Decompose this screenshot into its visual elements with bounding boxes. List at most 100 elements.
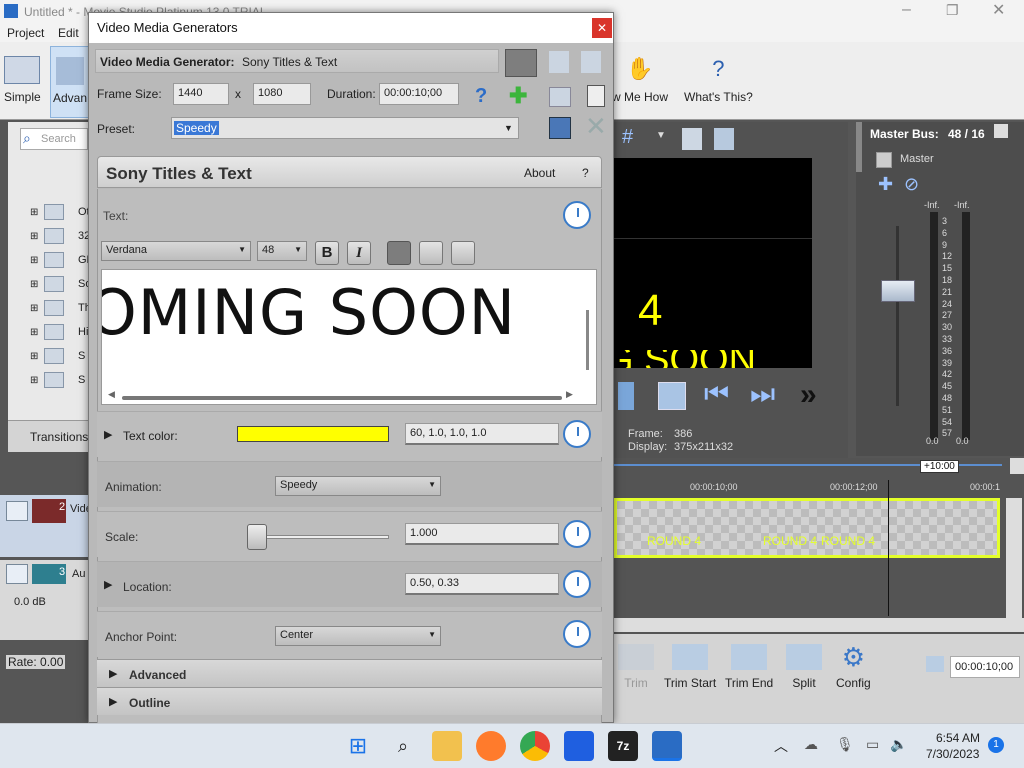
chevron-up-icon[interactable]: ︿ (774, 736, 788, 756)
stop-icon[interactable] (658, 382, 686, 410)
anchor-point-select[interactable]: Center (275, 626, 441, 646)
video-track-header[interactable]: 2 Vide (0, 495, 92, 557)
save-snapshot-icon[interactable] (714, 128, 734, 150)
move-icon[interactable]: ✚ (878, 174, 893, 195)
firefox-icon[interactable] (476, 731, 506, 761)
app-icon[interactable] (564, 731, 594, 761)
master-fader-handle[interactable] (881, 280, 915, 302)
menu-edit[interactable]: Edit (58, 26, 79, 40)
menu-project[interactable]: Project (7, 26, 44, 40)
microphone-icon[interactable]: 🎙 (836, 736, 854, 753)
frame-height-input[interactable]: 1080 (253, 83, 311, 105)
text-vscroll[interactable] (586, 310, 589, 370)
config-button[interactable]: ⚙ Config (836, 642, 871, 690)
trim-start-button[interactable]: Trim Start (664, 644, 716, 690)
plugin-chain-icon[interactable] (505, 49, 537, 77)
volume-icon[interactable]: 🔈 (890, 736, 907, 753)
plugin-icon[interactable] (549, 51, 569, 73)
tree-folder-item[interactable]: ⊞ GF (30, 252, 93, 272)
display-icon[interactable]: ▭ (866, 736, 879, 753)
expand-icon[interactable]: ⊞ (30, 279, 38, 290)
expand-icon[interactable]: ⊞ (30, 303, 38, 314)
text-color-input[interactable]: 60, 1.0, 1.0, 1.0 (405, 423, 559, 445)
keyframe-icon[interactable] (563, 570, 591, 598)
animation-select[interactable]: Speedy (275, 476, 441, 496)
bus-settings-icon[interactable] (994, 124, 1008, 138)
plugin-icon[interactable] (581, 51, 601, 73)
trim-button[interactable]: Trim (618, 644, 654, 690)
title-clip[interactable]: ROUND 4 ROUND 4 ROUND 4 (614, 498, 1000, 558)
prev-frame-icon[interactable]: ⏮ (704, 378, 729, 411)
font-select[interactable]: Verdana (101, 241, 251, 261)
keyframe-icon[interactable] (563, 520, 591, 548)
close-app-icon[interactable]: ✕ (992, 0, 1005, 20)
location-input[interactable]: 0.50, 0.33 (405, 573, 559, 595)
copy-icon[interactable] (682, 128, 702, 150)
help-icon[interactable]: ? (475, 85, 487, 108)
notification-badge[interactable]: 1 (988, 737, 1004, 753)
keyframe-icon[interactable] (563, 620, 591, 648)
expand-icon[interactable]: ⊞ (30, 231, 38, 242)
fast-forward-icon[interactable]: » (800, 378, 817, 412)
expand-icon[interactable]: ▶ (104, 578, 112, 591)
align-left-button[interactable] (387, 241, 411, 265)
timeline-hscroll[interactable] (614, 618, 1024, 632)
insert-icon[interactable] (549, 87, 571, 107)
tree-folder-item[interactable]: ⊞ 32 (30, 228, 90, 248)
search-box[interactable]: ⌕ Search (20, 128, 88, 150)
expand-icon[interactable]: ⊞ (30, 375, 38, 386)
file-explorer-icon[interactable] (432, 731, 462, 761)
expand-icon[interactable]: ⊞ (30, 207, 38, 218)
advanced-section[interactable]: ▶ Advanced (97, 659, 602, 687)
text-color-swatch[interactable] (237, 426, 389, 442)
expand-icon[interactable]: ⊞ (30, 255, 38, 266)
tree-folder-item[interactable]: ⊞ Th (30, 300, 91, 320)
maximize-icon[interactable]: ❐ (946, 2, 959, 19)
7zip-icon[interactable]: 7z (608, 731, 638, 761)
pause-icon[interactable] (618, 382, 634, 410)
align-right-button[interactable] (451, 241, 475, 265)
tree-folder-item[interactable]: ⊞ S (30, 372, 88, 392)
scroll-left-icon[interactable]: ◀ (108, 389, 115, 400)
audio-track-header[interactable]: 3 Au 0.0 dB (0, 560, 88, 640)
scroll-right-icon[interactable]: ▶ (566, 389, 573, 400)
minimize-icon[interactable]: – (902, 1, 911, 19)
timeline-vscroll[interactable] (1006, 498, 1022, 618)
timeline-options-icon[interactable] (1010, 458, 1024, 474)
tree-folder-item[interactable]: ⊞ Ot (30, 204, 90, 224)
tree-folder-item[interactable]: ⊞ So (30, 276, 91, 296)
movie-studio-icon[interactable] (652, 731, 682, 761)
keyframe-icon[interactable] (563, 420, 591, 448)
document-icon[interactable] (587, 85, 605, 107)
trim-end-button[interactable]: Trim End (725, 644, 773, 690)
bold-button[interactable]: B (315, 241, 339, 265)
dropdown-icon[interactable]: ▼ (656, 130, 666, 141)
save-preset-icon[interactable] (549, 117, 571, 139)
about-link[interactable]: About (524, 166, 555, 180)
show-me-how-button[interactable]: ✋ w Me How (612, 56, 668, 104)
split-button[interactable]: Split (786, 644, 822, 690)
frame-width-input[interactable]: 1440 (173, 83, 229, 105)
playhead[interactable] (888, 480, 889, 616)
scale-slider-handle[interactable] (247, 524, 267, 550)
outline-section[interactable]: ▶ Outline (97, 687, 602, 715)
tree-folder-item[interactable]: ⊞ Hi (30, 324, 88, 344)
font-size-select[interactable]: 48 (257, 241, 307, 261)
text-hscroll[interactable] (122, 396, 562, 400)
mute-icon[interactable]: ⊘ (904, 174, 919, 195)
network-icon[interactable]: ☁ (804, 736, 818, 753)
duration-input[interactable]: 00:00:10;00 (379, 83, 459, 105)
time-readout[interactable]: 00:00:10;00 (950, 656, 1020, 678)
plugin-help-link[interactable]: ? (582, 166, 589, 180)
tree-folder-item[interactable]: ⊞ S (30, 348, 88, 368)
dialog-close-icon[interactable]: ✕ (592, 18, 612, 38)
align-center-button[interactable] (419, 241, 443, 265)
keyframe-icon[interactable] (563, 201, 591, 229)
master-fx-icon[interactable] (876, 152, 892, 168)
text-editor[interactable]: OMING SOON ◀ ▶ (101, 269, 597, 405)
simple-mode-button[interactable]: Simple (4, 56, 41, 104)
windows-start-icon[interactable]: ⊞ (343, 731, 373, 761)
search-icon[interactable]: ⌕ (388, 731, 418, 761)
expand-icon[interactable]: ▶ (104, 428, 112, 441)
chrome-icon[interactable] (520, 731, 550, 761)
